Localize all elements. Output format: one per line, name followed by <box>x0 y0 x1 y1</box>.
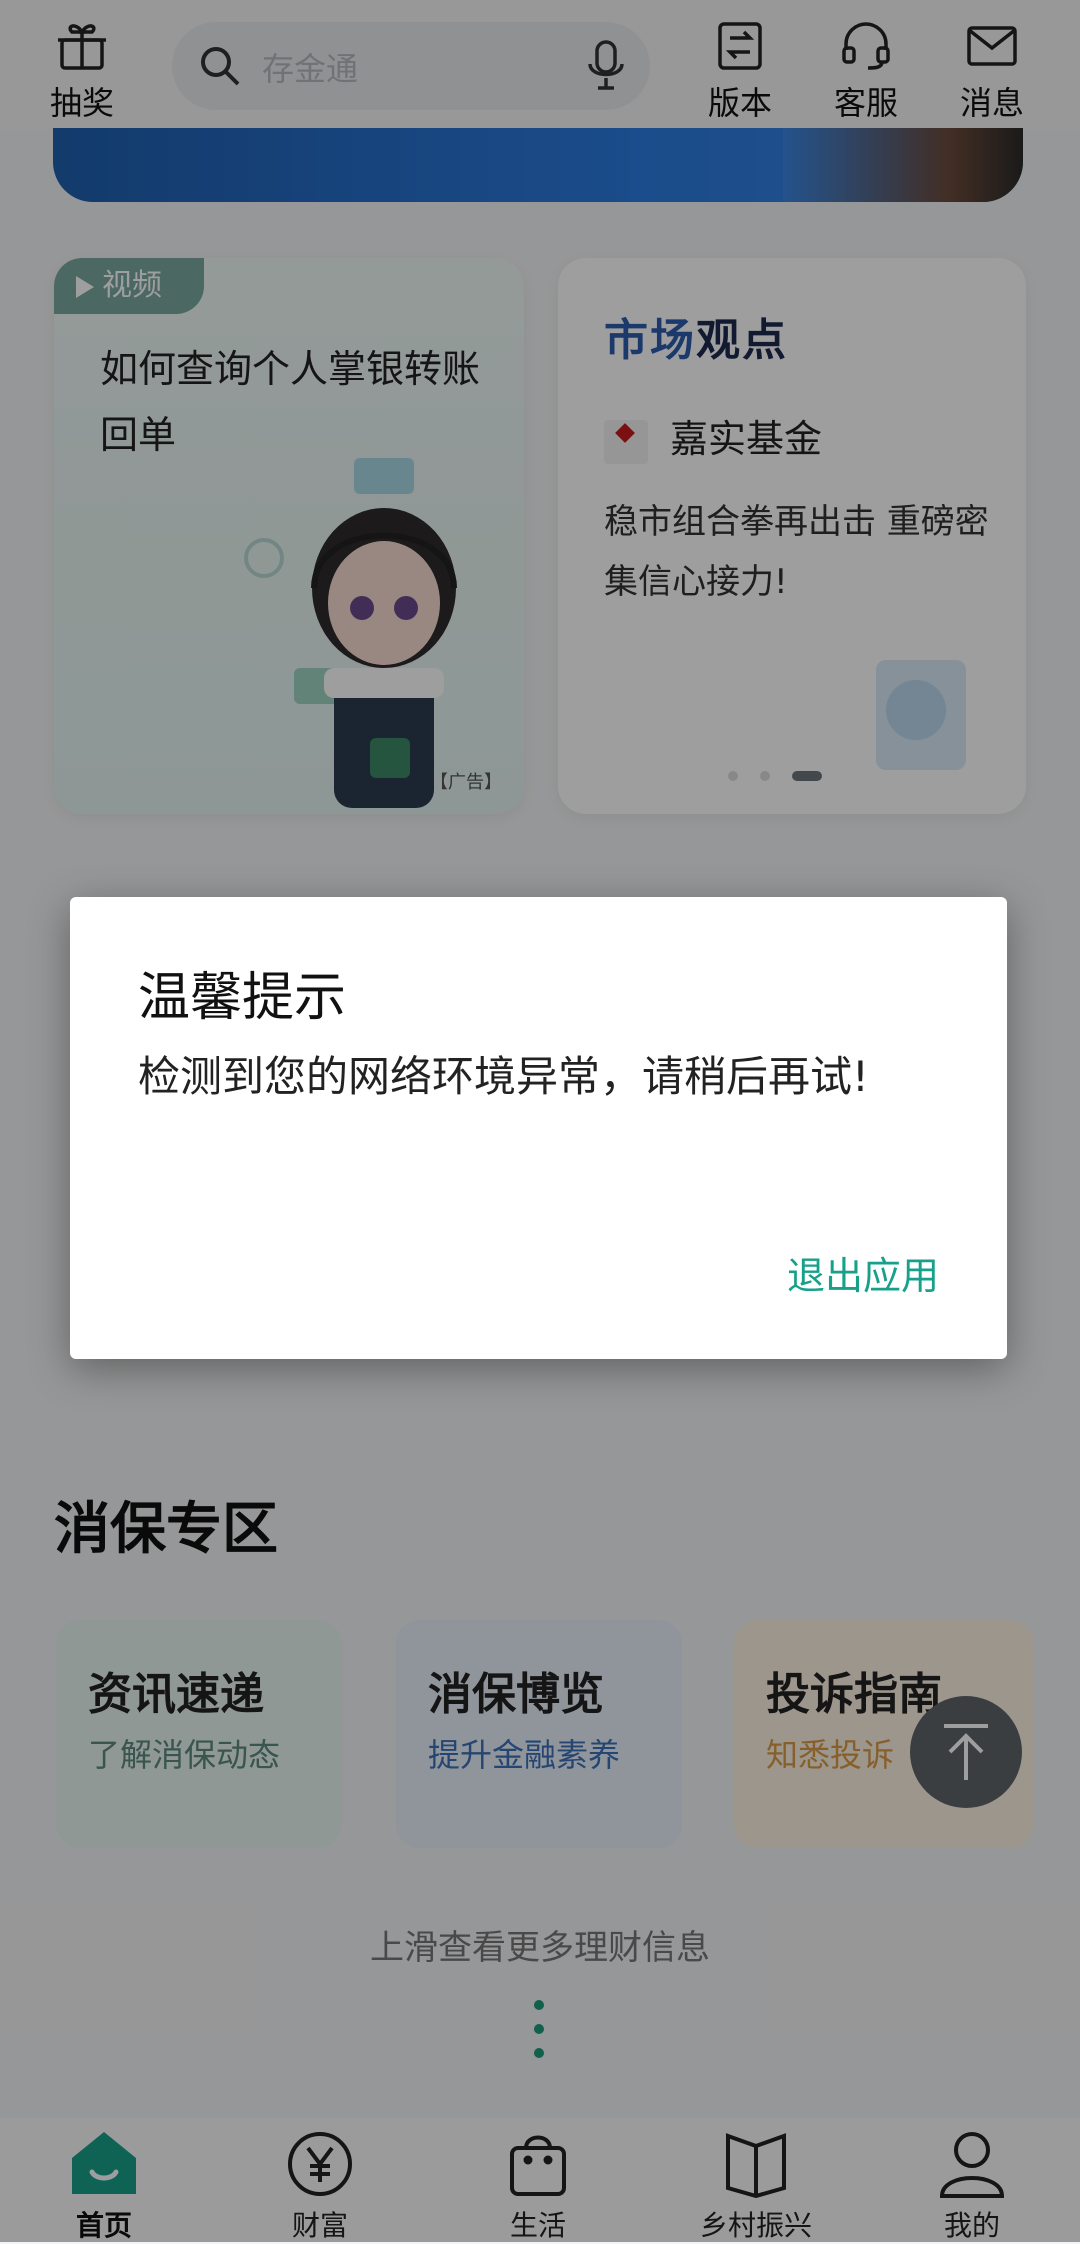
alert-dialog: 温馨提示 检测到您的网络环境异常，请稍后再试! 退出应用 <box>70 897 1007 1359</box>
exit-app-button[interactable]: 退出应用 <box>787 1245 939 1300</box>
dialog-message: 检测到您的网络环境异常，请稍后再试! <box>138 1052 869 1101</box>
dialog-title: 温馨提示 <box>138 968 347 1028</box>
